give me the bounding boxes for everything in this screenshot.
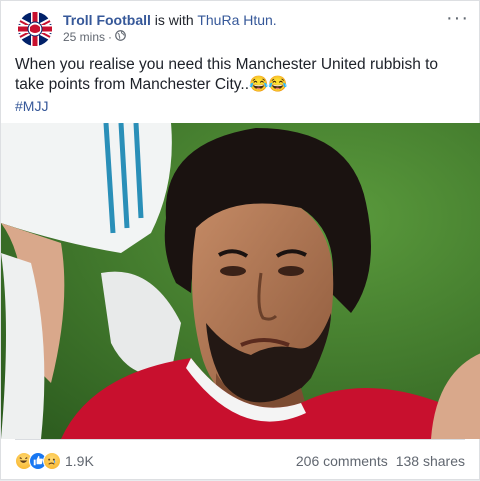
more-options-button[interactable]: ··· bbox=[446, 7, 469, 30]
post-meta: 25 mins · bbox=[63, 30, 126, 44]
hashtag-link[interactable]: #MJJ bbox=[15, 98, 48, 114]
engagement-stats: 206 comments 138 shares bbox=[296, 453, 465, 469]
meta-separator: · bbox=[108, 30, 113, 44]
post-card: Troll Football is with ThuRa Htun. 25 mi… bbox=[0, 0, 480, 480]
author-name-link[interactable]: Troll Football bbox=[63, 12, 151, 28]
shares-count-link[interactable]: 138 shares bbox=[396, 453, 465, 469]
page-avatar[interactable] bbox=[15, 9, 55, 49]
post-header: Troll Football is with ThuRa Htun. 25 mi… bbox=[15, 7, 469, 49]
reactions-summary[interactable]: 1.9K bbox=[15, 451, 94, 470]
comments-count-link[interactable]: 206 comments bbox=[296, 453, 388, 469]
post-time-link[interactable]: 25 mins bbox=[63, 30, 105, 44]
globe-icon[interactable] bbox=[115, 30, 126, 44]
sad-icon bbox=[43, 451, 61, 470]
post-footer: 1.9K 206 comments 138 shares bbox=[15, 439, 465, 481]
post-photo[interactable] bbox=[1, 123, 480, 439]
tagged-user-link[interactable]: ThuRa Htun. bbox=[197, 12, 276, 28]
post-text: When you realise you need this Mancheste… bbox=[15, 56, 439, 93]
reaction-count: 1.9K bbox=[65, 452, 94, 469]
with-text: is with bbox=[154, 12, 194, 28]
author-line: Troll Football is with ThuRa Htun. bbox=[63, 11, 277, 29]
